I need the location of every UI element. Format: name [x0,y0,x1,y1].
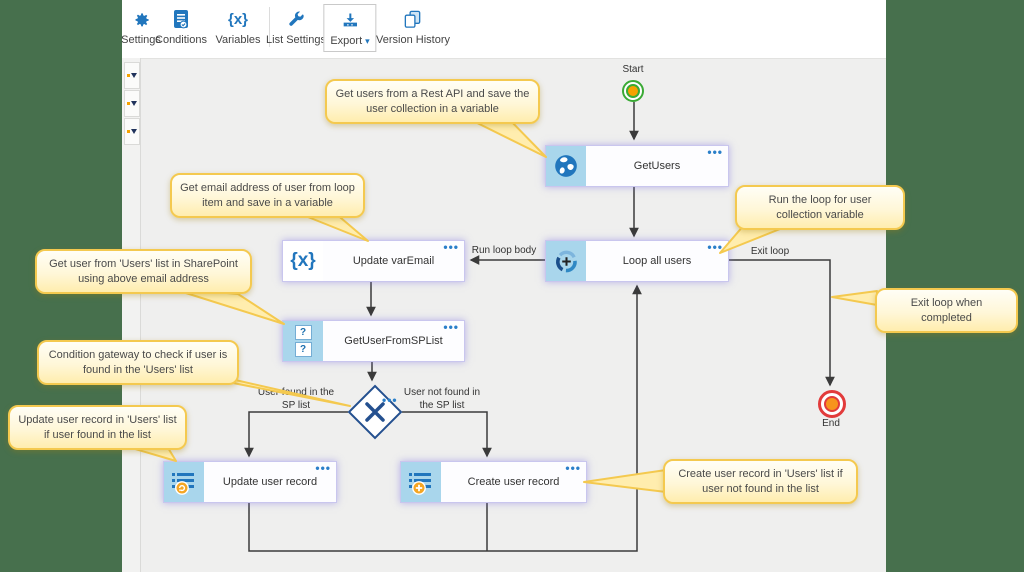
node-update-varemail[interactable]: {x} Update varEmail [282,240,465,282]
callout-run-loop: Run the loop for user collection variabl… [735,185,905,230]
chevron-down-icon: ▾ [365,36,370,46]
node-title: Loop all users [586,255,728,267]
conditions-label: Conditions [155,34,207,46]
menu-dots-icon[interactable] [707,145,723,159]
variables-label: Variables [215,34,260,46]
loop-icon [546,241,586,281]
callout-get-user-sp: Get user from 'Users' list in SharePoint… [35,249,252,294]
node-getuserfromsplist[interactable]: ? ? GetUserFromSPList [282,320,465,362]
node-loop-all-users[interactable]: Loop all users [545,240,729,282]
edge-label-run-loop-body: Run loop body [452,245,556,258]
collapsed-panel-strip [122,58,141,572]
toolbar: Settings Conditions {x} Variables List S… [122,0,886,59]
callout-update-record: Update user record in 'Users' list if us… [8,405,187,450]
node-title: Update varEmail [323,255,464,267]
globe-icon [546,146,586,186]
list-settings-button[interactable]: List Settings [260,4,332,50]
export-button[interactable]: Export▾ [323,4,376,52]
variables-button[interactable]: {x} Variables [209,4,266,50]
version-history-pages-icon [402,7,423,32]
menu-dots-icon[interactable] [565,461,581,475]
expand-arrow-icon [127,129,137,134]
callout-condition: Condition gateway to check if user is fo… [37,340,239,385]
menu-dots-icon[interactable] [707,240,723,254]
workflow-designer-screen: Settings Conditions {x} Variables List S… [0,0,1024,572]
variables-icon: {x} [283,241,323,281]
export-label: Export▾ [330,35,369,47]
start-node-core [626,84,640,98]
menu-dots-icon[interactable] [443,240,459,254]
edge-label-user-found: User found in the SP list [250,387,342,412]
question-boxes-icon: ? ? [283,321,323,361]
list-add-icon [401,462,441,502]
end-label: End [801,418,861,431]
callout-create-record: Create user record in 'Users' list if us… [663,459,858,504]
panel-expander-1[interactable] [124,62,140,89]
callout-get-email: Get email address of user from loop item… [170,173,365,218]
version-history-label: Version History [376,34,450,46]
variables-icon: {x} [228,7,248,32]
node-title: Update user record [204,476,336,488]
node-title: GetUserFromSPList [323,335,464,347]
menu-dots-icon[interactable] [315,461,331,475]
wrench-icon [286,7,306,32]
node-create-user-record[interactable]: Create user record [400,461,587,503]
callout-exit-loop: Exit loop when completed [875,288,1018,333]
panel-expander-2[interactable] [124,90,140,117]
gear-icon [131,7,151,32]
node-update-user-record[interactable]: Update user record [163,461,337,503]
list-update-icon [164,462,204,502]
panel-expander-3[interactable] [124,118,140,145]
node-getusers[interactable]: GetUsers [545,145,729,187]
callout-get-users: Get users from a Rest API and save the u… [325,79,540,124]
list-settings-label: List Settings [266,34,326,46]
expand-arrow-icon [127,101,137,106]
conditions-button[interactable]: Conditions [149,4,213,50]
edge-label-exit-loop: Exit loop [736,246,804,259]
version-history-button[interactable]: Version History [370,4,456,50]
menu-dots-icon[interactable] [443,320,459,334]
gateway-menu-dots-icon[interactable] [382,393,1019,407]
export-download-icon [340,8,360,33]
start-label: Start [603,64,663,77]
expand-arrow-icon [127,73,137,78]
conditions-document-icon [172,7,190,32]
node-title: Create user record [441,476,586,488]
node-title: GetUsers [586,160,728,172]
